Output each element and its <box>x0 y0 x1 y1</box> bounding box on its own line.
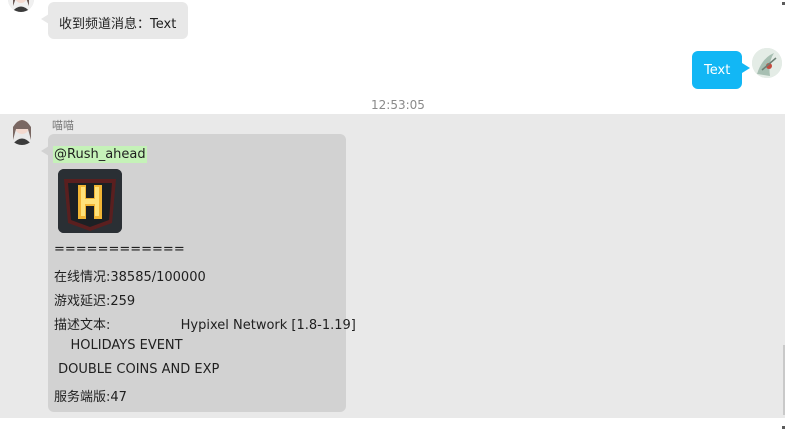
status-line: 描述文本: Hypixel Network [1.8-1.19] <box>54 318 356 333</box>
status-line: HOLIDAYS EVENT <box>54 338 183 353</box>
status-line: 游戏延迟:259 <box>54 294 136 309</box>
status-line: DOUBLE COINS AND EXP <box>54 362 220 377</box>
outgoing-message-text: Text <box>704 63 731 78</box>
sender-avatar[interactable] <box>8 0 34 12</box>
incoming-message-bubble[interactable]: 收到频道消息：Text <box>48 2 188 39</box>
server-icon <box>58 169 122 233</box>
status-line: 服务端版:47 <box>54 390 127 405</box>
user-avatar-icon <box>8 0 34 12</box>
mention-tag[interactable]: @Rush_ahead <box>53 146 147 163</box>
sender-name[interactable]: 喵喵 <box>52 117 74 133</box>
outgoing-message-bubble[interactable]: Text <box>692 51 742 89</box>
bubble-tail-outgoing <box>742 63 750 73</box>
sender-avatar[interactable] <box>8 115 36 145</box>
status-line: ============ <box>54 242 185 257</box>
user-avatar-icon <box>752 48 782 78</box>
incoming-message-text: 收到频道消息：Text <box>59 17 177 32</box>
message-timestamp: 12:53:05 <box>371 98 425 112</box>
server-status-card[interactable]: @Rush_ahead ============ 在线情况:38585/1000… <box>48 134 356 412</box>
hypixel-logo-icon <box>58 169 122 233</box>
user-avatar-icon <box>12 120 32 145</box>
self-avatar[interactable] <box>752 48 782 78</box>
status-line: 在线情况:38585/100000 <box>54 270 206 285</box>
